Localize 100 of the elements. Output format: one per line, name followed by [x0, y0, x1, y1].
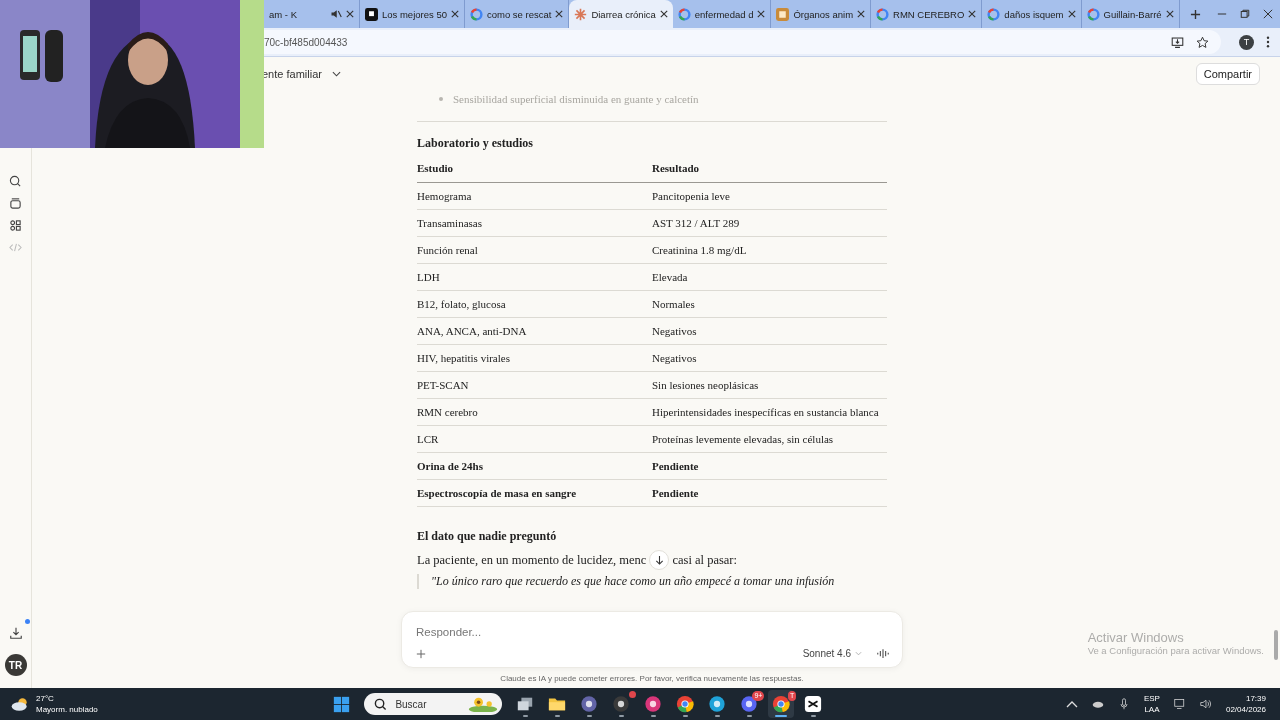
google-icon	[677, 7, 691, 21]
speaker-icon[interactable]	[1199, 698, 1212, 710]
running-indicator	[810, 715, 816, 717]
table-cell: Creatinina 1.8 mg/dL	[652, 236, 887, 264]
table-cell: ANA, ANCA, anti-DNA	[417, 317, 652, 345]
activation-text: Ve a Configuración para activar Windows.	[1087, 645, 1264, 656]
microphone-icon[interactable]	[1117, 698, 1130, 710]
circle-app-icon	[612, 695, 631, 713]
table-cell: LDH	[417, 263, 652, 291]
table-cell: Hiperintensidades inespecíficas en sustancia blanca	[652, 398, 887, 426]
paragraph-text: casi al pasar:	[672, 552, 737, 568]
windows-icon[interactable]	[333, 695, 351, 713]
install-icon[interactable]	[1171, 35, 1184, 49]
table-cell: LCR	[417, 425, 652, 453]
search-icon	[374, 697, 388, 711]
google-icon	[987, 7, 1001, 21]
search-field[interactable]: Buscar	[364, 693, 503, 715]
running-indicator	[586, 715, 592, 717]
table-cell: Función renal	[417, 236, 652, 264]
network-icon[interactable]	[1173, 698, 1186, 710]
close-icon[interactable]	[555, 10, 564, 18]
activation-title: Activar Windows	[1087, 630, 1185, 645]
table-cell: Pendiente	[652, 452, 887, 480]
table-cell: Proteínas levemente elevadas, sin células	[652, 425, 887, 453]
time-text[interactable]: 17:39	[1245, 693, 1266, 704]
app-icon	[365, 7, 378, 21]
profile-avatar[interactable]: T	[1239, 34, 1254, 50]
running-indicator	[650, 715, 656, 717]
folder-icon[interactable]	[9, 197, 22, 210]
restore-icon[interactable]	[1240, 9, 1250, 19]
table-cell: AST 312 / ALT 289	[652, 209, 887, 237]
bullet-icon	[439, 97, 443, 101]
address-field[interactable]: 70c-bf485d004433	[264, 30, 1221, 54]
chevron-down-icon	[855, 651, 862, 656]
list-item: Sensibilidad superficial disminuida en guante y calcetín	[453, 93, 699, 105]
share-button[interactable]: Compartir	[1195, 63, 1260, 85]
layout-text[interactable]: LAA	[1144, 704, 1160, 715]
scroll-down-button[interactable]	[649, 550, 670, 570]
browser-tab[interactable]: Diarrea crónica	[569, 0, 673, 28]
user-avatar[interactable]: TR	[4, 654, 27, 676]
apps-icon[interactable]	[9, 219, 22, 232]
date-text[interactable]: 02/04/2026	[1225, 704, 1266, 715]
table-cell: Elevada	[652, 263, 887, 291]
cloud-icon[interactable]	[10, 696, 30, 712]
close-icon[interactable]	[450, 10, 459, 18]
plus-icon[interactable]	[1189, 9, 1201, 20]
close-icon[interactable]	[1067, 10, 1076, 18]
table-cell: PET-SCAN	[417, 371, 652, 399]
close-icon[interactable]	[1165, 10, 1174, 18]
table-cell: Negativos	[652, 344, 887, 372]
model-selector[interactable]: Sonnet 4.6	[802, 648, 862, 659]
running-indicator	[554, 715, 560, 717]
table-cell: Normales	[652, 290, 887, 318]
voice-icon[interactable]	[876, 648, 890, 659]
arrow-down-icon	[654, 554, 664, 566]
star-icon[interactable]	[1196, 35, 1209, 49]
table-cell: Orina de 24hs	[417, 452, 652, 480]
muted-speaker-icon[interactable]	[330, 8, 342, 20]
close-icon[interactable]	[968, 10, 977, 18]
section-heading: Laboratorio y estudios	[417, 136, 534, 151]
running-indicator	[746, 715, 752, 717]
chrome-icon	[676, 695, 695, 713]
menu-icon[interactable]	[1266, 36, 1270, 48]
table-cell: Pancitopenia leve	[652, 182, 887, 210]
close-icon[interactable]	[857, 10, 866, 18]
language-text[interactable]: ESP	[1143, 693, 1160, 704]
app-icon	[776, 7, 790, 21]
quote-text: "Lo único raro que recuerdo es que hace como un año empecé a tomar una infusión	[431, 574, 835, 588]
table-cell: B12, folato, glucosa	[417, 290, 652, 318]
disclaimer-text: Claude es IA y puede cometer errores. Por favor, verifica nuevamente las respuestas.	[500, 674, 804, 683]
running-indicator	[618, 715, 624, 717]
table-cell: RMN cerebro	[417, 398, 652, 426]
table-cell: Hemograma	[417, 182, 652, 210]
google-icon	[1086, 7, 1100, 21]
sunburst-icon	[574, 7, 588, 21]
running-indicator	[682, 715, 688, 717]
running-indicator	[775, 715, 788, 717]
table-cell: Negativos	[652, 317, 887, 345]
download-icon[interactable]	[8, 626, 23, 640]
scrollbar-thumb[interactable]	[1274, 630, 1278, 660]
chevron-down-icon[interactable]	[331, 71, 341, 77]
google-icon	[469, 7, 483, 21]
section-heading: El dato que nadie preguntó	[417, 529, 558, 544]
temperature-text[interactable]: 27°C	[36, 693, 98, 704]
close-icon[interactable]	[1263, 9, 1273, 19]
column-header: Estudio	[417, 162, 652, 183]
table-cell: HIV, hepatitis virales	[417, 344, 652, 372]
close-icon[interactable]	[659, 10, 668, 18]
running-indicator	[522, 715, 528, 717]
table-cell: Espectroscopía de masa en sangre	[417, 479, 652, 507]
table-cell: Sin lesiones neoplásicas	[652, 371, 887, 399]
chrome-icon	[772, 695, 791, 713]
paragraph-text: La paciente, en un momento de lucidez, menc	[417, 552, 647, 568]
close-icon[interactable]	[346, 10, 354, 18]
windows-stack-icon	[516, 695, 535, 713]
weather-text[interactable]: Mayorm. nublado	[36, 704, 98, 715]
close-icon[interactable]	[757, 10, 766, 18]
plus-icon[interactable]	[416, 648, 426, 659]
sunflower-icon	[468, 696, 499, 712]
google-icon	[876, 7, 890, 21]
